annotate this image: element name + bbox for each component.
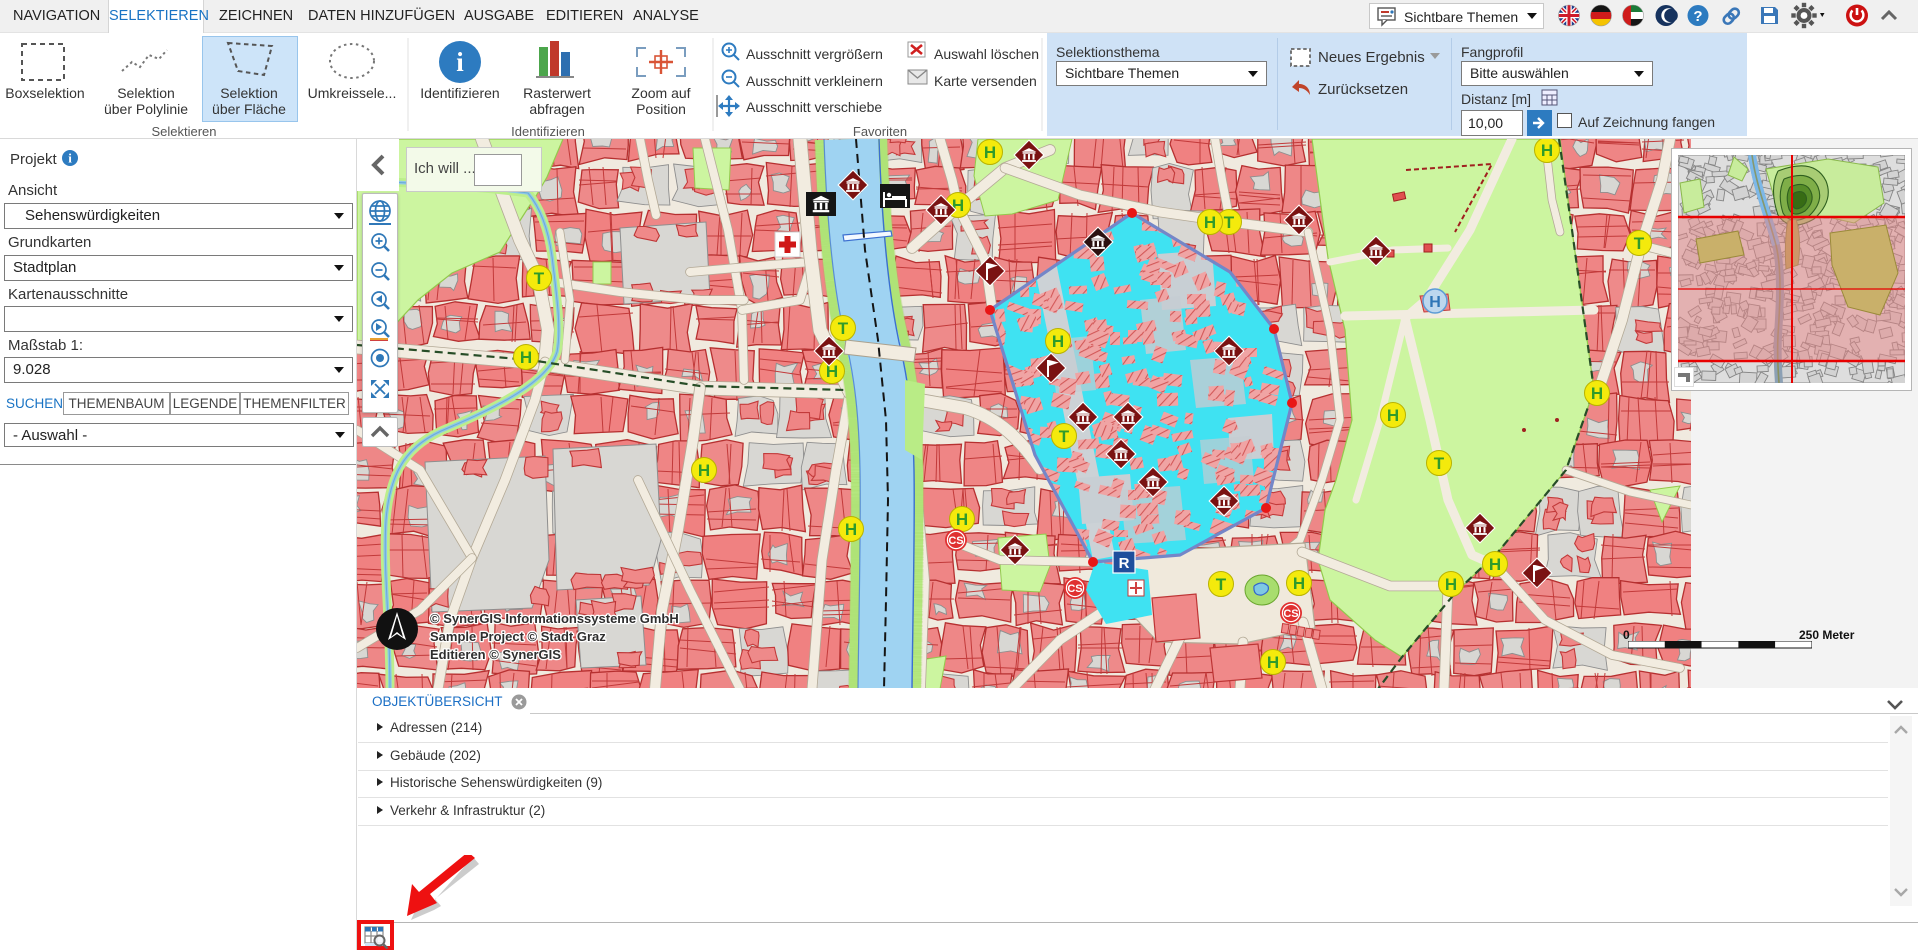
svg-text:H: H [1541, 141, 1553, 160]
svg-text:CS: CS [1067, 583, 1082, 595]
svg-text:H: H [1445, 575, 1457, 594]
svg-text:T: T [1634, 234, 1645, 253]
svg-text:H: H [1267, 653, 1279, 672]
svg-text:T: T [838, 319, 849, 338]
svg-text:H: H [956, 510, 968, 529]
svg-text:H: H [1204, 213, 1216, 232]
svg-text:H: H [1489, 555, 1501, 574]
svg-text:T: T [534, 269, 545, 288]
svg-text:© SynerGIS Informationssysteme: © SynerGIS Informationssysteme GmbH [430, 611, 679, 626]
svg-text:H: H [1429, 294, 1441, 311]
svg-text:H: H [520, 348, 532, 367]
svg-text:Editieren © SynerGIS: Editieren © SynerGIS [430, 647, 561, 662]
svg-text:H: H [1052, 332, 1064, 351]
svg-text:H: H [845, 520, 857, 539]
svg-text:H: H [1387, 406, 1399, 425]
svg-text:H: H [1591, 384, 1603, 403]
svg-text:H: H [984, 143, 996, 162]
svg-text:T: T [1224, 213, 1235, 232]
svg-text:H: H [1293, 574, 1305, 593]
svg-text:i: i [68, 151, 72, 166]
svg-text:Sample Project © Stadt Graz: Sample Project © Stadt Graz [430, 629, 606, 644]
svg-text:R: R [1119, 555, 1130, 572]
svg-text:?: ? [1693, 8, 1702, 25]
svg-text:CS: CS [948, 535, 963, 547]
svg-text:T: T [1216, 575, 1227, 594]
svg-text:CS: CS [1283, 608, 1298, 620]
svg-text:T: T [1059, 427, 1070, 446]
svg-text:i: i [456, 47, 464, 77]
svg-text:H: H [698, 461, 710, 480]
svg-text:T: T [1434, 454, 1445, 473]
